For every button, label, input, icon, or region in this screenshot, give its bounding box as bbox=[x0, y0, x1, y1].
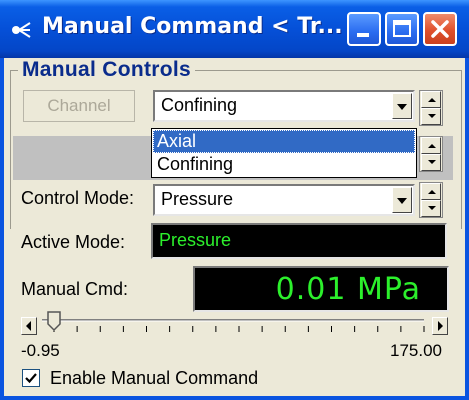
title-bar[interactable]: Manual Command < Tr... bbox=[0, 0, 469, 58]
slider-max-label: 175.00 bbox=[390, 341, 442, 360]
enable-manual-command-checkbox[interactable] bbox=[22, 369, 40, 387]
client-area: Manual Controls Channel Confining Axial … bbox=[4, 58, 465, 396]
checkmark-icon bbox=[25, 373, 37, 384]
close-button[interactable] bbox=[423, 12, 457, 46]
app-icon bbox=[12, 22, 31, 38]
slider-min-label: -0.95 bbox=[21, 341, 60, 360]
slider-ticks bbox=[53, 326, 425, 332]
minimize-icon bbox=[357, 33, 369, 37]
minimize-button[interactable] bbox=[347, 12, 381, 46]
manual-command-window: Manual Command < Tr... Manual Controls C… bbox=[0, 0, 469, 400]
close-icon bbox=[431, 20, 449, 38]
enable-manual-command-label: Enable Manual Command bbox=[50, 368, 259, 388]
slider-thumb[interactable] bbox=[47, 311, 61, 332]
maximize-icon bbox=[393, 20, 411, 37]
window-title: Manual Command < Tr... bbox=[42, 14, 343, 39]
manual-cmd-slider[interactable] bbox=[4, 58, 465, 358]
maximize-button[interactable] bbox=[385, 12, 419, 46]
